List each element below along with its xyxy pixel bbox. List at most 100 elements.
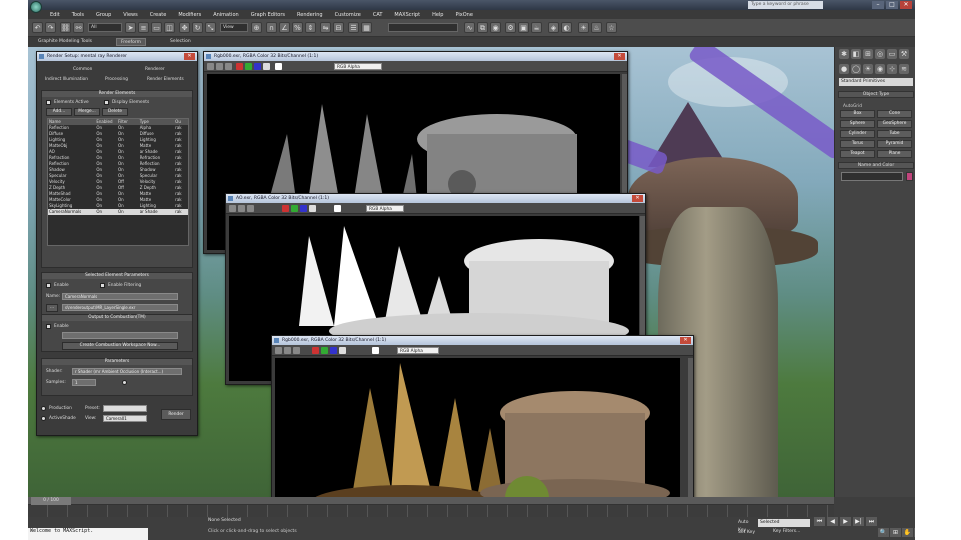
alpha-channel-icon[interactable] — [309, 205, 316, 212]
lighting-analysis-icon[interactable]: ☀ — [578, 22, 589, 33]
render-icon[interactable]: ☕ — [531, 22, 542, 33]
track-bar[interactable] — [28, 505, 834, 517]
elements-active-checkbox[interactable] — [46, 100, 51, 105]
link-icon[interactable]: ⛓ — [60, 22, 71, 33]
combustion-enable-checkbox[interactable] — [46, 324, 51, 329]
minimize-button[interactable]: – — [872, 1, 884, 9]
schematic-icon[interactable]: ⧉ — [477, 22, 488, 33]
save-image-icon[interactable] — [229, 205, 236, 212]
alpha-channel-icon[interactable] — [339, 347, 346, 354]
go-to-start-button[interactable]: ⏮ — [814, 517, 825, 526]
combustion-header[interactable]: Output to Combustion(TM) — [42, 315, 192, 321]
display-elements-checkbox[interactable] — [104, 100, 109, 105]
menu-rendering[interactable]: Rendering — [297, 12, 323, 18]
menu-pixone[interactable]: PixOne — [455, 12, 472, 18]
pan-icon[interactable]: ✋ — [902, 528, 913, 537]
tab-render-elements[interactable]: Render Elements — [147, 77, 184, 82]
graphite-toggle-icon[interactable]: ▦ — [361, 22, 372, 33]
object-type-rollout[interactable]: Object Type — [838, 91, 914, 98]
space-warps-icon[interactable]: ≋ — [899, 64, 909, 74]
menu-animation[interactable]: Animation — [213, 12, 239, 18]
percent-snap-icon[interactable]: % — [292, 22, 303, 33]
help-search-input[interactable]: Type a keyword or phrase — [748, 1, 823, 9]
frame-buffer-3-channel-select[interactable]: RGB Alpha — [397, 347, 439, 354]
next-frame-button[interactable]: ▶| — [853, 517, 864, 526]
table-row[interactable]: CameraNormals On On ar Shade rak — [48, 209, 188, 215]
geometry-icon[interactable]: ● — [839, 64, 849, 74]
unlink-icon[interactable]: ⚯ — [73, 22, 84, 33]
menu-edit[interactable]: Edit — [50, 12, 60, 18]
render-setup-close-button[interactable]: ✕ — [184, 53, 195, 60]
spinner-snap-icon[interactable]: ⇕ — [305, 22, 316, 33]
menu-help[interactable]: Help — [432, 12, 443, 18]
frame-buffer-1-channel-select[interactable]: RGB Alpha — [334, 63, 382, 70]
copy-image-icon[interactable] — [216, 63, 223, 70]
tab-graphite-modeling-tools[interactable]: Graphite Modeling Tools — [34, 38, 96, 46]
green-channel-icon[interactable] — [321, 347, 328, 354]
red-channel-icon[interactable] — [236, 63, 243, 70]
preset-select[interactable] — [103, 405, 147, 412]
tube-button[interactable]: Tube — [877, 130, 912, 138]
select-icon[interactable]: ➤ — [125, 22, 136, 33]
element-name-input[interactable]: CameraNormals — [62, 293, 178, 300]
clone-window-icon[interactable] — [225, 63, 232, 70]
frame-buffer-1-close-button[interactable]: ✕ — [614, 53, 625, 60]
torus-button[interactable]: Torus — [840, 140, 875, 148]
rotate-icon[interactable]: ↻ — [192, 22, 203, 33]
layer-icon[interactable]: ☰ — [348, 22, 359, 33]
view-select[interactable]: Camera01 — [103, 415, 147, 422]
shader-select[interactable]: r Shader (mr Ambient Occlusion (Interact… — [72, 368, 182, 375]
time-slider-track[interactable]: 0 / 100 — [28, 497, 834, 505]
selection-filter-select[interactable]: All — [88, 23, 122, 32]
render-elements-header[interactable]: Render Elements — [42, 91, 192, 97]
menu-modifiers[interactable]: Modifiers — [178, 12, 201, 18]
blue-channel-icon[interactable] — [300, 205, 307, 212]
display-tab-icon[interactable]: ▭ — [887, 49, 897, 59]
maximize-button[interactable]: □ — [886, 1, 898, 9]
key-filters-button[interactable]: Key Filters... — [773, 529, 800, 534]
clone-window-icon[interactable] — [247, 205, 254, 212]
app-logo-icon[interactable] — [30, 1, 42, 13]
helpers-icon[interactable]: ⊹ — [887, 64, 897, 74]
render-production-icon[interactable]: ◈ — [548, 22, 559, 33]
menu-views[interactable]: Views — [123, 12, 137, 18]
save-image-icon[interactable] — [275, 347, 282, 354]
orbit-icon[interactable]: ↻ — [914, 528, 915, 537]
menu-maxscript[interactable]: MAXScript — [394, 12, 420, 18]
frame-buffer-2-channel-select[interactable]: RGB Alpha — [366, 205, 404, 212]
frame-buffer-2-close-button[interactable]: ✕ — [632, 195, 643, 202]
auto-key-button[interactable]: Auto Key — [738, 519, 756, 533]
cylinder-button[interactable]: Cylinder — [840, 130, 875, 138]
hierarchy-tab-icon[interactable]: ⊞ — [863, 49, 873, 59]
render-button[interactable]: Render — [161, 409, 191, 420]
render-elements-table[interactable]: Name Enabled Filter Type Ou Reflection On… — [47, 118, 189, 246]
parameters-header[interactable]: Parameters — [42, 359, 192, 365]
utilities-tab-icon[interactable]: ⚒ — [899, 49, 909, 59]
menu-cat[interactable]: CAT — [373, 12, 383, 18]
tab-indirect-illumination[interactable]: Indirect Illumination — [45, 77, 88, 82]
tab-common[interactable]: Common — [73, 67, 92, 72]
menu-create[interactable]: Create — [150, 12, 167, 18]
geosphere-button[interactable]: GeoSphere — [877, 120, 912, 128]
create-tab-icon[interactable]: ✱ — [839, 49, 849, 59]
maxscript-listener[interactable]: Welcome to MAXScript. — [28, 528, 148, 540]
combustion-path-input[interactable] — [62, 332, 178, 339]
cone-button[interactable]: Cone — [877, 110, 912, 118]
selected-element-header[interactable]: Selected Element Parameters — [42, 273, 192, 279]
activeshade-radio[interactable] — [41, 416, 46, 421]
window-crossing-icon[interactable]: ◫ — [164, 22, 175, 33]
pyramid-button[interactable]: Pyramid — [877, 140, 912, 148]
favorites-icon[interactable]: ☆ — [606, 22, 617, 33]
blue-channel-icon[interactable] — [254, 63, 261, 70]
time-slider[interactable]: 0 / 100 — [31, 497, 71, 505]
frame-buffer-3-close-button[interactable]: ✕ — [680, 337, 691, 344]
undo-icon[interactable]: ↶ — [32, 22, 43, 33]
curve-editor-icon[interactable]: ∿ — [464, 22, 475, 33]
plane-button[interactable]: Plane — [877, 150, 912, 158]
play-button[interactable]: ▶ — [840, 517, 851, 526]
save-image-icon[interactable] — [207, 63, 214, 70]
create-combustion-button[interactable]: Create Combustion Workspace Now... — [62, 342, 178, 350]
display-color-swatch[interactable] — [334, 205, 341, 212]
blue-channel-icon[interactable] — [330, 347, 337, 354]
reference-coord-select[interactable]: View — [220, 23, 248, 32]
